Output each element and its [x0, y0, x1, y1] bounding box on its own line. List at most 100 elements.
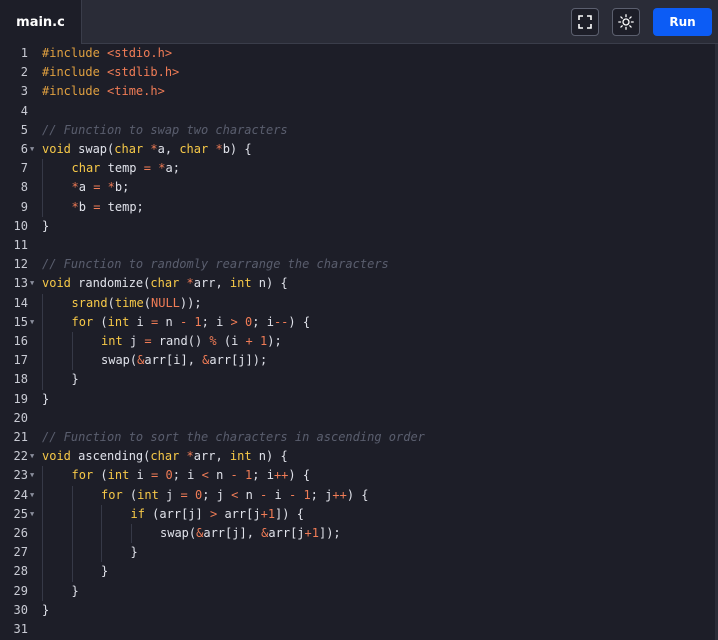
code-token: >: [230, 314, 238, 329]
code-line[interactable]: 21 // Function to sort the characters in …: [0, 428, 718, 447]
code-text: #include <time.h>: [42, 82, 165, 101]
code-token: // Function to randomly rearrange the ch…: [42, 257, 389, 272]
fold-arrow-icon[interactable]: ▼: [30, 505, 38, 524]
code-token: ++: [273, 468, 289, 483]
code-line[interactable]: 28}: [0, 562, 718, 581]
code-token: a,: [157, 142, 180, 156]
code-line[interactable]: 16 int j = rand() % (i + 1);: [0, 332, 718, 351]
line-number: 8: [20, 180, 28, 195]
code-token: int: [101, 334, 123, 348]
code-line[interactable]: 23 ▼ for (int i = 0; i < n - 1; i++) {: [0, 466, 718, 485]
code-text: void swap(char *a, char *b) {: [42, 140, 252, 159]
code-line[interactable]: 27}: [0, 543, 718, 562]
code-token: (: [143, 295, 151, 310]
code-line[interactable]: 4: [0, 102, 718, 121]
code-line[interactable]: 18}: [0, 370, 718, 389]
code-token: 1: [194, 314, 202, 329]
code-text: }: [42, 217, 49, 236]
code-line[interactable]: 3 #include <time.h>: [0, 82, 718, 101]
code-token: (i: [216, 334, 246, 348]
code-token: char: [150, 276, 180, 291]
code-line[interactable]: 20: [0, 409, 718, 428]
code-line[interactable]: 14 srand(time(NULL));: [0, 294, 718, 313]
code-token: if: [130, 506, 145, 521]
line-number: 14: [13, 295, 28, 310]
code-token: int: [229, 449, 252, 464]
line-number: 17: [13, 353, 28, 368]
code-line[interactable]: 12 // Function to randomly rearrange the …: [0, 255, 718, 274]
code-token: arr[j]);: [209, 353, 268, 368]
theme-toggle-button[interactable]: [612, 8, 640, 36]
code-line[interactable]: 30}: [0, 601, 718, 620]
code-text: srand(time(NULL));: [72, 294, 202, 313]
code-token: 1: [267, 506, 276, 521]
code-line[interactable]: 2 #include <stdlib.h>: [0, 63, 718, 82]
fold-arrow-icon[interactable]: ▼: [30, 466, 38, 485]
code-token: --: [273, 314, 289, 329]
sun-icon: [618, 14, 634, 30]
line-number: 7: [20, 161, 28, 176]
line-number: 20: [13, 410, 28, 425]
code-token: 1: [303, 487, 311, 502]
fullscreen-button[interactable]: [571, 8, 599, 36]
fold-arrow-icon[interactable]: ▼: [30, 140, 38, 159]
code-line[interactable]: 17 swap(&arr[i], &arr[j]);: [0, 351, 718, 370]
code-token: a: [78, 180, 94, 195]
code-line[interactable]: 7 char temp = *a;: [0, 159, 718, 178]
code-text: swap(&arr[i], &arr[j]);: [101, 351, 267, 370]
fold-arrow-icon[interactable]: ▼: [30, 313, 38, 332]
line-number: 15: [13, 314, 28, 329]
code-token: for: [101, 487, 123, 502]
code-line[interactable]: 19}: [0, 390, 718, 409]
run-button[interactable]: Run: [653, 8, 712, 36]
code-token: ));: [179, 295, 202, 310]
code-token: char: [179, 142, 209, 156]
code-line[interactable]: 8 *a = *b;: [0, 178, 718, 197]
code-line[interactable]: 1 #include <stdio.h>: [0, 44, 718, 63]
code-token: a;: [165, 161, 180, 176]
code-token: ]);: [318, 526, 341, 540]
code-text: #include <stdlib.h>: [42, 63, 179, 82]
code-token: NULL: [151, 295, 180, 310]
code-line[interactable]: 9 *b = temp;: [0, 198, 718, 217]
code-text: // Function to randomly rearrange the ch…: [42, 255, 389, 274]
code-line[interactable]: 5 // Function to swap two characters: [0, 121, 718, 140]
code-line[interactable]: 15 ▼ for (int i = n - 1; i > 0; i--) {: [0, 313, 718, 332]
line-number: 29: [13, 583, 28, 598]
code-line[interactable]: 26 swap(&arr[j], &arr[j+1]);: [0, 524, 718, 543]
code-token: n) {: [251, 276, 288, 291]
code-token: temp;: [100, 199, 144, 214]
code-line[interactable]: 24 ▼ for (int j = 0; j < n - i - 1; j++) {: [0, 486, 718, 505]
code-area[interactable]: 1 #include <stdio.h> 2 #include <stdlib.h> 3…: [0, 44, 718, 640]
code-token: *: [215, 142, 223, 156]
code-line[interactable]: 29}: [0, 582, 718, 601]
code-line[interactable]: 13 ▼ void randomize(char *arr, int n) {: [0, 274, 718, 293]
line-number: 21: [13, 430, 28, 444]
code-line[interactable]: 10}: [0, 217, 718, 236]
fold-arrow-icon[interactable]: ▼: [30, 486, 38, 505]
code-line[interactable]: 22 ▼ void ascending(char *arr, int n) {: [0, 447, 718, 466]
code-line[interactable]: 25 ▼ if (arr[j] > arr[j+1]) {: [0, 505, 718, 524]
code-token: *: [71, 199, 79, 214]
code-token: swap(: [160, 526, 197, 540]
code-token: }: [42, 602, 50, 617]
code-text: *b = temp;: [72, 198, 144, 217]
code-token: (: [93, 468, 108, 483]
code-token: // Function to sort the characters in as…: [42, 430, 425, 444]
file-tab[interactable]: main.c: [0, 0, 82, 44]
code-editor-app: main.c Run 1 #include <stdio.h> 2 #inclu…: [0, 0, 718, 640]
code-line[interactable]: 31: [0, 620, 718, 639]
code-token: int: [137, 487, 159, 502]
code-text: }: [72, 582, 79, 601]
fold-arrow-icon[interactable]: ▼: [30, 274, 38, 293]
code-token: arr[i],: [144, 353, 203, 368]
fold-arrow-icon[interactable]: ▼: [30, 447, 38, 466]
code-line[interactable]: 6 ▼ void swap(char *a, char *b) {: [0, 140, 718, 159]
code-token: }: [71, 583, 79, 598]
line-number: 23: [13, 468, 28, 483]
code-line[interactable]: 11: [0, 236, 718, 255]
line-number: 16: [13, 334, 28, 348]
